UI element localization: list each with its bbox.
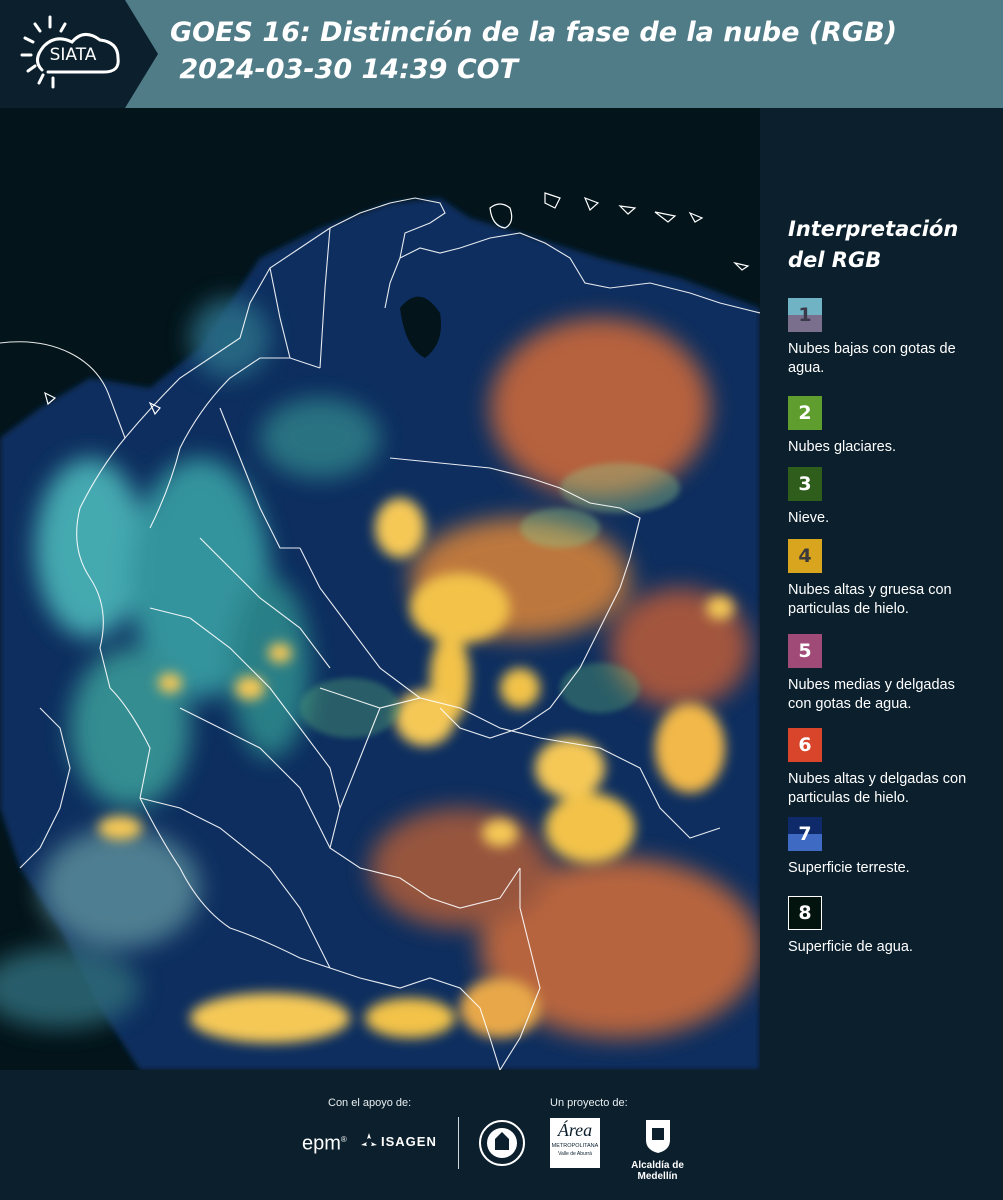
legend-number: 7	[798, 823, 812, 845]
legend-number: 5	[798, 640, 812, 662]
legend-item-8: 8 Superficie de agua.	[788, 896, 1003, 957]
legend-number: 1	[798, 304, 812, 326]
legend-title: Interpretación del RGB	[788, 217, 959, 272]
logo-text: SIATA	[50, 45, 97, 65]
project-label: Un proyecto de:	[550, 1097, 628, 1109]
legend-label: Superficie terreste.	[788, 860, 910, 876]
header-bar: SIATA GOES 16: Distinción de la fase de …	[0, 0, 1003, 108]
legend-label: Nieve.	[788, 510, 830, 526]
satellite-map[interactable]	[0, 108, 760, 1070]
legend-number: 8	[798, 902, 812, 924]
legend-swatch: 8	[788, 896, 822, 930]
legend-number: 2	[798, 402, 812, 424]
legend-label: Nubes medias y delgadas con gotas de agu…	[788, 677, 955, 712]
legend-item-7: 7 Superficie terreste.	[788, 817, 1003, 878]
legend-swatch: 3	[788, 467, 822, 501]
legend-label: Nubes altas y delgadas con particulas de…	[788, 771, 967, 806]
epm-logo: epm®	[302, 1132, 347, 1155]
area-text: Área	[557, 1120, 593, 1140]
isagen-text: ISAGEN	[381, 1133, 437, 1149]
title-line-1: GOES 16: Distinción de la fase de la nub…	[170, 17, 897, 48]
legend-item-6: 6 Nubes altas y delgadas con particulas d…	[788, 728, 978, 808]
legend-number: 3	[798, 473, 812, 495]
legend-label: Superficie de agua.	[788, 939, 913, 955]
legend-swatch: 5	[788, 634, 822, 668]
seal-logo	[478, 1119, 526, 1171]
isagen-logo: ISAGEN	[360, 1132, 437, 1150]
legend-panel: Interpretación del RGB	[778, 214, 998, 296]
footer-divider	[458, 1117, 459, 1169]
support-label: Con el apoyo de:	[328, 1097, 412, 1109]
legend-number: 6	[798, 734, 812, 756]
legend-label: Nubes altas y gruesa con particulas de h…	[788, 582, 952, 617]
epm-text: epm	[302, 1132, 341, 1155]
legend-item-5: 5 Nubes medias y delgadas con gotas de ag…	[788, 634, 978, 714]
legend-number: 4	[798, 545, 812, 567]
legend-swatch: 1	[788, 298, 822, 332]
legend-item-4: 4 Nubes altas y gruesa con particulas de …	[788, 539, 973, 619]
siata-logo: SIATA	[0, 0, 158, 108]
area-sub-text-2: Valle de Aburrá	[558, 1151, 592, 1157]
page-title: GOES 16: Distinción de la fase de la nub…	[170, 14, 897, 88]
legend-swatch: 6	[788, 728, 822, 762]
legend-label: Nubes glaciares.	[788, 439, 896, 455]
alcaldia-logo: Alcaldía de Medellín	[610, 1118, 705, 1182]
legend-swatch: 2	[788, 396, 822, 430]
legend-item-2: 2 Nubes glaciares.	[788, 396, 1003, 457]
legend-item-3: 3 Nieve.	[788, 467, 1003, 528]
legend-swatch: 7	[788, 817, 822, 851]
alcaldia-text: Alcaldía de Medellín	[631, 1160, 684, 1182]
alcaldia-shield-icon	[645, 1120, 670, 1153]
legend-item-1: 1 Nubes bajas con gotas de agua.	[788, 298, 973, 378]
isagen-icon	[361, 1133, 377, 1146]
area-metropolitana-logo: Área METROPOLITANA Valle de Aburrá	[550, 1118, 600, 1168]
legend-swatch: 4	[788, 539, 822, 573]
area-sub-text: METROPOLITANA	[551, 1143, 599, 1149]
legend-label: Nubes bajas con gotas de agua.	[788, 341, 956, 376]
title-line-2: 2024-03-30 14:39 COT	[170, 54, 519, 85]
